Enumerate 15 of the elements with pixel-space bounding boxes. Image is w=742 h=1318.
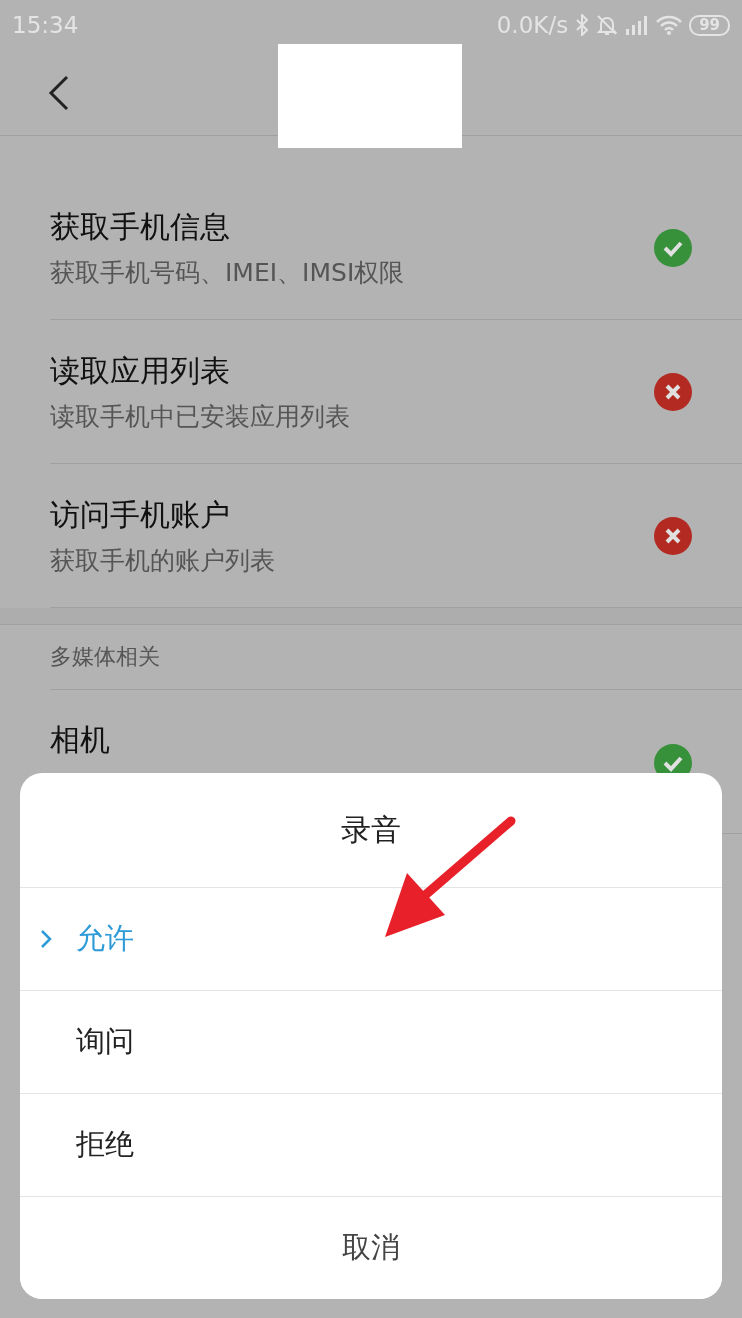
wifi-icon [656, 15, 683, 35]
permission-description: 获取手机号码、IMEI、IMSI权限 [50, 256, 406, 289]
chevron-icon [40, 929, 52, 949]
permission-title: 访问手机账户 [50, 495, 231, 534]
dialog-title: 录音 [341, 810, 401, 849]
muted-bell-icon [596, 14, 619, 36]
section-title: 多媒体相关 [50, 643, 160, 671]
bluetooth-icon [575, 14, 590, 36]
permission-title: 读取应用列表 [50, 351, 231, 390]
permission-description: 获取手机的账户列表 [50, 544, 276, 577]
back-button[interactable] [48, 74, 70, 111]
permission-description: 读取手机中已安装应用列表 [50, 400, 351, 433]
signal-icon [625, 15, 650, 35]
permission-title: 相机 [50, 721, 111, 759]
permission-title: 获取手机信息 [50, 207, 231, 246]
